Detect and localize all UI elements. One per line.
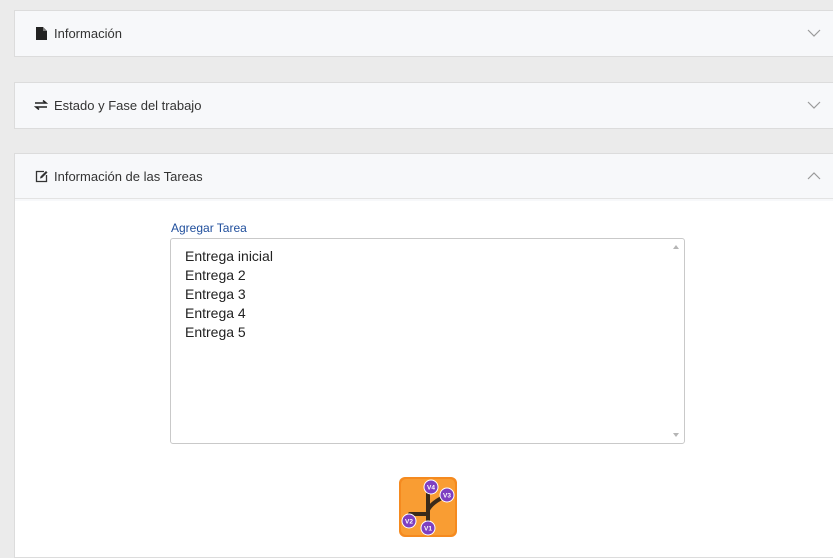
panel-title: Información: [54, 25, 122, 41]
accordion-panel-informacion: Información: [14, 10, 833, 57]
task-item[interactable]: Entrega inicial: [185, 247, 684, 266]
exchange-icon: [34, 98, 48, 112]
scroll-up-arrow-icon[interactable]: [673, 245, 679, 249]
panel-header-estado[interactable]: Estado y Fase del trabajo: [15, 83, 833, 127]
version-tree-logo[interactable]: V4 V3 V2 V1: [398, 476, 458, 538]
accordion-panel-tareas: Información de las Tareas Agregar Tarea …: [14, 153, 833, 558]
panel-header-informacion[interactable]: Información: [15, 11, 833, 55]
chevron-up-icon[interactable]: [807, 171, 821, 181]
task-item[interactable]: Entrega 3: [185, 285, 684, 304]
edit-icon: [34, 169, 48, 183]
vertical-scrollbar[interactable]: [669, 239, 684, 443]
task-list: Entrega inicial Entrega 2 Entrega 3 Entrega…: [171, 239, 684, 342]
panel-title: Estado y Fase del trabajo: [54, 97, 202, 113]
scroll-down-arrow-icon[interactable]: [673, 433, 679, 437]
task-item[interactable]: Entrega 4: [185, 304, 684, 323]
accordion-panel-estado: Estado y Fase del trabajo: [14, 82, 833, 129]
panel-body-tareas: Agregar Tarea Entrega inicial Entrega 2 En…: [15, 201, 833, 557]
chevron-down-icon[interactable]: [807, 100, 821, 110]
task-item[interactable]: Entrega 5: [185, 323, 684, 342]
add-task-link[interactable]: Agregar Tarea: [171, 221, 247, 235]
file-icon: [34, 26, 48, 40]
version-node-label: V4: [427, 485, 435, 492]
task-item[interactable]: Entrega 2: [185, 266, 684, 285]
chevron-down-icon[interactable]: [807, 28, 821, 38]
version-node-label: V2: [405, 519, 413, 526]
task-listbox[interactable]: Entrega inicial Entrega 2 Entrega 3 Entrega…: [170, 238, 685, 444]
panel-title: Información de las Tareas: [54, 168, 203, 184]
version-node-label: V3: [443, 493, 451, 500]
version-node-label: V1: [424, 526, 432, 533]
panel-header-tareas[interactable]: Información de las Tareas: [15, 154, 833, 199]
